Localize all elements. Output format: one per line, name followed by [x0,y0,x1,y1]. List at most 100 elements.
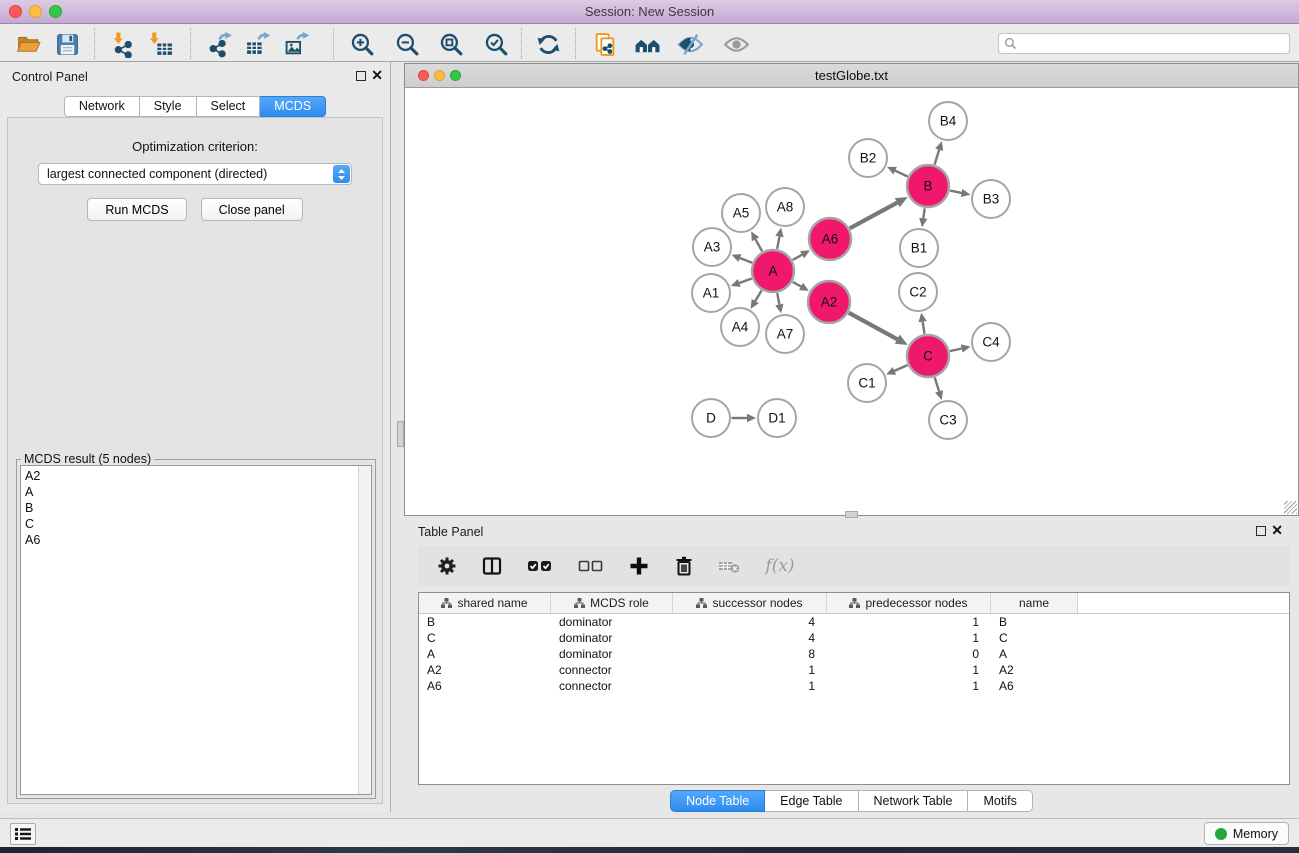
task-history-button[interactable] [10,823,36,845]
graph-node-label-A5: A5 [733,206,750,221]
export-network-button[interactable] [204,28,236,60]
graph-edge-B-B1[interactable] [923,208,924,218]
close-panel-icon[interactable]: ✕ [1271,522,1283,538]
table-row[interactable]: B dominator 4 1 B [419,614,1289,630]
export-table-button[interactable] [242,28,274,60]
graph-arrowhead-B-B4 [935,141,943,151]
graph-arrowhead-C-C4 [961,344,971,352]
import-network-button[interactable] [106,28,138,60]
tab-motifs[interactable]: Motifs [968,790,1032,812]
graph-edge-A-A8[interactable] [777,236,779,248]
column-view-button[interactable] [480,554,504,578]
zoom-selected-button[interactable] [480,28,512,60]
list-item[interactable]: A2 [21,468,358,484]
tab-network[interactable]: Network [64,96,140,117]
save-session-button[interactable] [51,28,83,60]
criterion-select[interactable]: largest connected component (directed) [38,163,352,185]
shared-column-icon [574,598,585,608]
resize-grip[interactable] [1284,501,1297,514]
zoom-view-button[interactable] [450,70,461,81]
close-window-button[interactable] [9,5,22,18]
splitter-handle-horizontal[interactable] [845,511,858,518]
column-header-predecessor-nodes[interactable]: predecessor nodes [827,593,991,613]
function-builder-button[interactable]: f(x) [762,554,798,578]
duplicate-network-button[interactable] [589,28,621,60]
table-row[interactable]: A dominator 8 0 A [419,646,1289,662]
graph-edge-C-C3[interactable] [935,377,939,391]
graph-edge-A-A3[interactable] [740,258,752,263]
zoom-fit-button[interactable] [435,28,467,60]
column-header-name[interactable]: name [991,593,1078,613]
mcds-result-title: MCDS result (5 nodes) [21,452,154,466]
select-all-button[interactable] [525,554,555,578]
open-folder-icon [15,31,42,58]
tab-select[interactable]: Select [197,96,261,117]
hide-panel-button[interactable] [674,28,706,60]
tab-edge-table[interactable]: Edge Table [765,790,858,812]
delete-column-button[interactable] [672,554,696,578]
graph-edge-B-B4[interactable] [935,150,940,165]
table-row[interactable]: A6 connector 1 1 A6 [419,678,1289,694]
graph-node-label-B1: B1 [911,241,928,256]
minimize-window-button[interactable] [29,5,42,18]
export-image-button[interactable] [281,28,313,60]
graph-edge-B-B2[interactable] [895,171,907,177]
zoom-in-button[interactable] [346,28,378,60]
column-header-shared-name[interactable]: shared name [419,593,551,613]
graph-edge-A-A7[interactable] [777,293,779,304]
memory-button[interactable]: Memory [1204,822,1289,845]
table-row[interactable]: C dominator 4 1 C [419,630,1289,646]
tab-mcds[interactable]: MCDS [260,96,326,117]
graph-edge-A-A1[interactable] [739,279,752,283]
open-file-button[interactable] [12,28,44,60]
close-panel-icon[interactable]: ✕ [371,67,383,83]
window-title: Session: New Session [0,0,1299,24]
graph-edge-A6-B[interactable] [850,203,897,229]
tab-network-table[interactable]: Network Table [859,790,969,812]
import-table-icon [147,31,174,58]
graph-arrowhead-B-B1 [919,218,927,228]
first-neighbors-button[interactable] [631,28,663,60]
column-header-mcds-role[interactable]: MCDS role [551,593,673,613]
list-item[interactable]: A6 [21,532,358,548]
refresh-layout-button[interactable] [532,28,564,60]
column-header-successor-nodes[interactable]: successor nodes [673,593,827,613]
graph-edge-C-C4[interactable] [950,349,962,352]
graph-edge-A-A2[interactable] [793,282,801,287]
close-view-button[interactable] [418,70,429,81]
search-field [998,33,1290,54]
tab-node-table[interactable]: Node Table [670,790,765,812]
list-item[interactable]: C [21,516,358,532]
import-table-button[interactable] [144,28,176,60]
deselect-all-button[interactable] [576,554,606,578]
graph-edge-A-A6[interactable] [793,255,802,260]
table-settings-button[interactable] [435,554,459,578]
list-item[interactable]: A [21,484,358,500]
graph-edge-C-C1[interactable] [894,365,907,371]
list-item[interactable]: B [21,500,358,516]
delete-table-button[interactable] [717,554,741,578]
add-column-button[interactable] [627,554,651,578]
float-panel-icon[interactable] [1256,526,1266,536]
graph-edge-B-B3[interactable] [950,191,962,193]
tab-style[interactable]: Style [140,96,197,117]
graph-edge-A2-C[interactable] [849,313,898,339]
show-panel-button[interactable] [720,28,752,60]
network-canvas[interactable]: AA1A2A3A4A5A6A7A8BB1B2B3B4CC1C2C3C4DD1 [405,88,1298,515]
graph-edge-C-C2[interactable] [923,322,925,334]
delete-table-icon [717,555,741,577]
minimize-view-button[interactable] [434,70,445,81]
list-scrollbar[interactable] [358,466,371,794]
splitter-handle-vertical[interactable] [397,421,404,447]
zoom-out-button[interactable] [391,28,423,60]
table-row[interactable]: A2 connector 1 1 A2 [419,662,1289,678]
float-panel-icon[interactable] [356,71,366,81]
graph-edge-A-A5[interactable] [755,239,762,251]
close-panel-button[interactable]: Close panel [201,198,303,221]
duplicate-network-icon [592,31,619,58]
status-bar: Memory [0,818,1299,847]
run-mcds-button[interactable]: Run MCDS [87,198,186,221]
graph-edge-A-A4[interactable] [755,290,761,301]
zoom-window-button[interactable] [49,5,62,18]
search-input[interactable] [1017,35,1289,52]
